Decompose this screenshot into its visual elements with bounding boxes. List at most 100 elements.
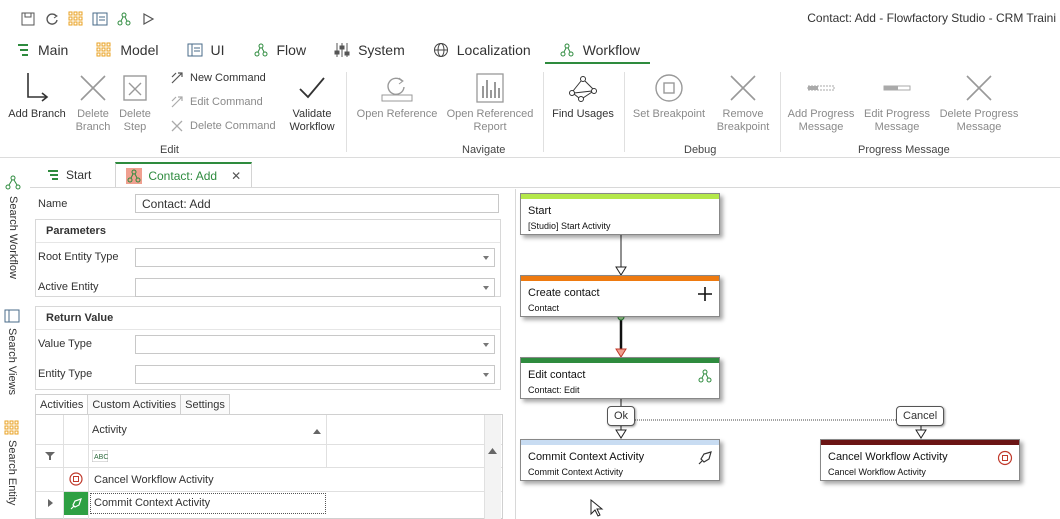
active-entity-dropdown[interactable] bbox=[135, 278, 495, 297]
node-title: Edit contact bbox=[528, 369, 586, 381]
group-label-progress: Progress Message bbox=[858, 144, 950, 156]
cancel-activity-icon bbox=[997, 450, 1013, 466]
progress-add-icon bbox=[807, 85, 835, 91]
workflow-icon[interactable] bbox=[114, 10, 134, 28]
workflow-icon bbox=[560, 43, 574, 57]
flow-icon bbox=[48, 170, 58, 180]
node-subtitle: Contact: Edit bbox=[528, 385, 580, 395]
root-entity-type-label: Root Entity Type bbox=[38, 251, 119, 263]
activities-grid: Activity ABC Cancel Workflow Activity Co… bbox=[35, 414, 503, 519]
menu-tabs: Main Model UI Flow System Localization W… bbox=[0, 38, 1060, 64]
delete-icon bbox=[966, 75, 992, 101]
grid-row-line bbox=[36, 491, 502, 492]
tab-flow-label: Flow bbox=[276, 42, 307, 58]
tab-settings[interactable]: Settings bbox=[180, 394, 230, 414]
node-title: Create contact bbox=[528, 287, 600, 299]
tab-localization[interactable]: Localization bbox=[417, 38, 543, 62]
ui-icon[interactable] bbox=[90, 10, 110, 28]
name-label: Name bbox=[38, 198, 68, 210]
workflow-node-start[interactable]: Start [Studio] Start Activity bbox=[520, 193, 720, 235]
tab-custom-activities[interactable]: Custom Activities bbox=[87, 394, 182, 414]
open-referenced-report-button[interactable]: Open Referenced Report bbox=[444, 70, 536, 134]
add-branch-button[interactable]: Add Branch bbox=[6, 70, 68, 121]
workflow-node-create-contact[interactable]: Create contact Contact bbox=[520, 275, 720, 317]
tab-system[interactable]: System bbox=[318, 38, 417, 62]
activity-row-commit-context[interactable]: Commit Context Activity bbox=[94, 497, 210, 509]
workflow-icon bbox=[5, 175, 21, 190]
value-type-dropdown[interactable] bbox=[135, 335, 495, 354]
open-reference-icon bbox=[381, 77, 413, 102]
group-separator bbox=[780, 72, 781, 152]
tab-activities[interactable]: Activities bbox=[35, 394, 89, 414]
side-nav: Search Workflow Search Views Search Enti… bbox=[0, 160, 30, 519]
delete-progress-message-button[interactable]: Delete Progress Message bbox=[936, 70, 1022, 134]
workflow-node-cancel-workflow[interactable]: Cancel Workflow Activity Cancel Workflow… bbox=[820, 439, 1020, 481]
tab-workflow[interactable]: Workflow bbox=[543, 38, 652, 64]
entity-type-dropdown[interactable] bbox=[135, 365, 495, 384]
refresh-icon[interactable] bbox=[42, 10, 62, 28]
open-reference-button[interactable]: Open Reference bbox=[352, 70, 442, 121]
tab-model[interactable]: Model bbox=[80, 38, 170, 62]
side-nav-search-workflow[interactable]: Search Workflow bbox=[4, 174, 22, 279]
tab-localization-label: Localization bbox=[456, 42, 531, 58]
group-label-navigate: Navigate bbox=[462, 144, 506, 156]
save-icon[interactable] bbox=[18, 10, 38, 28]
set-breakpoint-button[interactable]: Set Breakpoint bbox=[628, 70, 710, 121]
mouse-cursor-icon bbox=[590, 499, 604, 517]
delete-command-button[interactable]: Delete Command bbox=[170, 119, 276, 133]
workflow-node-commit-context[interactable]: Commit Context Activity Commit Context A… bbox=[520, 439, 720, 481]
node-subtitle: Cancel Workflow Activity bbox=[828, 467, 926, 477]
edit-progress-message-button[interactable]: Edit Progress Message bbox=[860, 70, 934, 134]
root-entity-type-dropdown[interactable] bbox=[135, 248, 495, 267]
doc-tab-start[interactable]: Start bbox=[36, 162, 101, 188]
new-command-icon bbox=[171, 72, 183, 84]
flow-icon bbox=[254, 43, 267, 57]
window-title: Contact: Add - Flowfactory Studio - CRM … bbox=[807, 11, 1056, 25]
grid-scrollbar[interactable] bbox=[484, 415, 501, 519]
node-title: Cancel Workflow Activity bbox=[828, 451, 948, 463]
delete-step-button[interactable]: Delete Step bbox=[116, 70, 154, 134]
plus-icon bbox=[698, 287, 712, 301]
filter-icon[interactable] bbox=[45, 451, 55, 461]
sort-asc-icon[interactable] bbox=[312, 427, 322, 435]
tab-main[interactable]: Main bbox=[0, 38, 80, 62]
column-header-activity[interactable]: Activity bbox=[92, 424, 127, 436]
find-usages-button[interactable]: Find Usages bbox=[548, 70, 618, 121]
doc-tab-contact-add[interactable]: Contact: Add ✕ bbox=[115, 162, 253, 188]
text-filter-icon[interactable]: ABC bbox=[92, 450, 108, 462]
delete-icon bbox=[171, 120, 183, 132]
tab-flow[interactable]: Flow bbox=[237, 38, 319, 62]
expand-arrow-icon[interactable] bbox=[48, 499, 54, 507]
edit-command-button[interactable]: Edit Command bbox=[170, 95, 263, 109]
globe-icon bbox=[433, 43, 448, 57]
workflow-canvas[interactable]: Start [Studio] Start Activity Create con… bbox=[515, 189, 1060, 519]
grid-icon[interactable] bbox=[66, 10, 86, 28]
rocket-icon bbox=[698, 451, 712, 465]
cancel-activity-icon bbox=[69, 472, 83, 486]
play-icon[interactable] bbox=[138, 10, 158, 28]
validate-workflow-button[interactable]: Validate Workflow bbox=[284, 70, 340, 134]
document-tabs: Start Contact: Add ✕ bbox=[36, 162, 253, 188]
add-progress-message-button[interactable]: Add Progress Message bbox=[784, 70, 858, 134]
workflow-node-edit-contact[interactable]: Edit contact Contact: Edit bbox=[520, 357, 720, 399]
activity-row-cancel-workflow[interactable]: Cancel Workflow Activity bbox=[94, 474, 214, 486]
activities-tabs: Activities Custom Activities Settings bbox=[35, 394, 230, 414]
workflow-icon bbox=[698, 369, 712, 383]
side-nav-search-entity[interactable]: Search Entity bbox=[4, 420, 20, 505]
delete-branch-button[interactable]: Delete Branch bbox=[72, 70, 114, 134]
scroll-up-icon[interactable] bbox=[488, 448, 497, 454]
tab-ui[interactable]: UI bbox=[171, 38, 237, 62]
edge-label-ok[interactable]: Ok bbox=[607, 406, 636, 426]
new-command-button[interactable]: New Command bbox=[170, 71, 266, 85]
remove-breakpoint-button[interactable]: Remove Breakpoint bbox=[712, 70, 774, 134]
delete-icon bbox=[730, 75, 756, 101]
side-nav-search-views[interactable]: Search Views bbox=[4, 308, 20, 395]
properties-panel: Name Contact: Add Parameters Root Entity… bbox=[33, 189, 503, 519]
close-icon[interactable]: ✕ bbox=[231, 169, 241, 183]
node-color-bar bbox=[521, 276, 719, 281]
edge-label-cancel[interactable]: Cancel bbox=[896, 406, 945, 426]
node-color-bar bbox=[521, 358, 719, 363]
sliders-icon bbox=[334, 43, 350, 57]
delete-step-icon bbox=[123, 75, 147, 101]
name-field[interactable]: Contact: Add bbox=[135, 194, 499, 213]
